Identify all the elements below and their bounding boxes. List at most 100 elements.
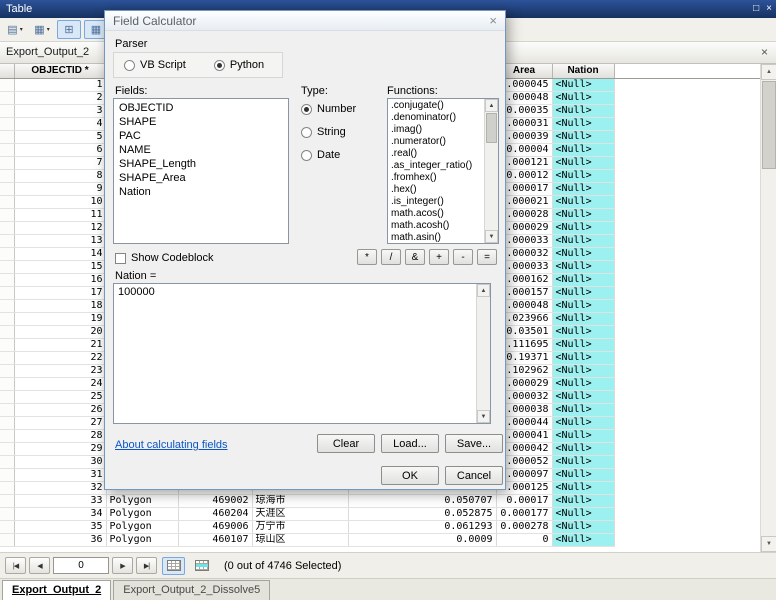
field-item[interactable]: OBJECTID [114,101,288,115]
row-selector[interactable] [0,169,14,182]
cell-objectid[interactable]: 16 [14,273,106,286]
cell-nation[interactable]: <Null> [552,182,614,195]
cell-objectid[interactable]: 23 [14,364,106,377]
row-selector[interactable] [0,312,14,325]
type-radio-string[interactable]: String [301,126,356,138]
fields-list[interactable]: OBJECTIDSHAPEPACNAMESHAPE_LengthSHAPE_Ar… [113,98,289,244]
cell-objectid[interactable]: 3 [14,104,106,117]
close-table-icon[interactable]: × [761,42,768,63]
cell-shape-area[interactable]: 0.050707 [348,494,496,507]
cell-objectid[interactable]: 24 [14,377,106,390]
row-selector[interactable] [0,91,14,104]
cell-objectid[interactable]: 1 [14,78,106,91]
table-vertical-scrollbar[interactable]: ▲ ▼ [760,64,776,552]
header-objectid[interactable]: OBJECTID * [14,64,106,78]
field-item[interactable]: NAME [114,143,288,157]
first-record-button[interactable]: |◀ [5,557,26,574]
cell-nation[interactable]: <Null> [552,312,614,325]
cell-objectid[interactable]: 34 [14,507,106,520]
cell-nation[interactable]: <Null> [552,208,614,221]
cell-objectid[interactable]: 26 [14,403,106,416]
cell-nation[interactable]: <Null> [552,533,614,546]
row-selector[interactable] [0,299,14,312]
scroll-thumb[interactable] [762,81,776,169]
cell-shape-area[interactable]: 0.0009 [348,533,496,546]
row-selector[interactable] [0,260,14,273]
cell-area[interactable]: 0.000177 [496,507,552,520]
scroll-up-icon[interactable]: ▲ [485,99,498,112]
cell-nation[interactable]: <Null> [552,494,614,507]
scroll-down-icon[interactable]: ▼ [485,230,498,243]
clear-button[interactable]: Clear [317,434,375,453]
cell-objectid[interactable]: 28 [14,429,106,442]
parser-radio-vb-script[interactable]: VB Script [124,59,186,71]
cell-objectid[interactable]: 18 [14,299,106,312]
cell-objectid[interactable]: 9 [14,182,106,195]
cell-name[interactable]: 琼山区 [252,533,348,546]
cell-nation[interactable]: <Null> [552,234,614,247]
function-item[interactable]: math.acos() [388,208,484,220]
row-selector[interactable] [0,117,14,130]
cell-objectid[interactable]: 10 [14,195,106,208]
cell-nation[interactable]: <Null> [552,507,614,520]
functions-scrollbar[interactable]: ▲ ▼ [484,99,498,243]
cell-area[interactable]: 0.000278 [496,520,552,533]
scroll-down-icon[interactable]: ▼ [761,536,776,552]
cell-nation[interactable]: <Null> [552,247,614,260]
cell-objectid[interactable]: 36 [14,533,106,546]
row-selector[interactable] [0,78,14,91]
table-options-button[interactable]: ▤▾ [3,20,27,39]
cell-nation[interactable]: <Null> [552,78,614,91]
row-selector[interactable] [0,494,14,507]
cell-objectid[interactable]: 30 [14,455,106,468]
cell-nation[interactable]: <Null> [552,195,614,208]
cell-nation[interactable]: <Null> [552,104,614,117]
cell-nation[interactable]: <Null> [552,377,614,390]
row-selector[interactable] [0,390,14,403]
cell-objectid[interactable]: 15 [14,260,106,273]
row-selector[interactable] [0,182,14,195]
cell-objectid[interactable]: 11 [14,208,106,221]
cell-nation[interactable]: <Null> [552,156,614,169]
cell-nation[interactable]: <Null> [552,364,614,377]
sheet-tab[interactable]: Export_Output_2_Dissolve5 [113,580,270,600]
field-item[interactable]: Nation [114,185,288,199]
cell-nation[interactable]: <Null> [552,221,614,234]
header-nation[interactable]: Nation [552,64,614,78]
cell-name[interactable]: 万宁市 [252,520,348,533]
cell-nation[interactable]: <Null> [552,338,614,351]
cell-objectid[interactable]: 22 [14,351,106,364]
show-codeblock-checkbox[interactable]: Show Codeblock [115,252,214,264]
parser-radio-python[interactable]: Python [214,59,264,71]
row-selector[interactable] [0,364,14,377]
ok-button[interactable]: OK [381,466,439,485]
cell-nation[interactable]: <Null> [552,403,614,416]
scroll-up-icon[interactable]: ▲ [477,284,490,297]
row-selector[interactable] [0,273,14,286]
cell-objectid[interactable]: 32 [14,481,106,494]
row-selector[interactable] [0,429,14,442]
function-item[interactable]: .is_integer() [388,196,484,208]
function-item[interactable]: math.acosh() [388,220,484,232]
cell-objectid[interactable]: 14 [14,247,106,260]
cell-nation[interactable]: <Null> [552,455,614,468]
cell-objectid[interactable]: 20 [14,325,106,338]
row-selector[interactable] [0,325,14,338]
operator-button[interactable]: * [357,249,377,265]
scroll-thumb[interactable] [486,113,497,143]
cell-shape[interactable]: Polygon [106,533,178,546]
function-item[interactable]: .conjugate() [388,100,484,112]
cell-nation[interactable]: <Null> [552,468,614,481]
function-item[interactable]: .fromhex() [388,172,484,184]
row-selector[interactable] [0,455,14,468]
load-button[interactable]: Load... [381,434,439,453]
row-selector[interactable] [0,221,14,234]
cell-shape[interactable]: Polygon [106,494,178,507]
expression-input[interactable]: 100000 ▲ ▼ [113,283,491,424]
cell-shape[interactable]: Polygon [106,507,178,520]
cell-area[interactable]: 0.00017 [496,494,552,507]
cell-objectid[interactable]: 27 [14,416,106,429]
select-all-header[interactable] [0,64,14,78]
operator-button[interactable]: + [429,249,449,265]
row-selector[interactable] [0,377,14,390]
